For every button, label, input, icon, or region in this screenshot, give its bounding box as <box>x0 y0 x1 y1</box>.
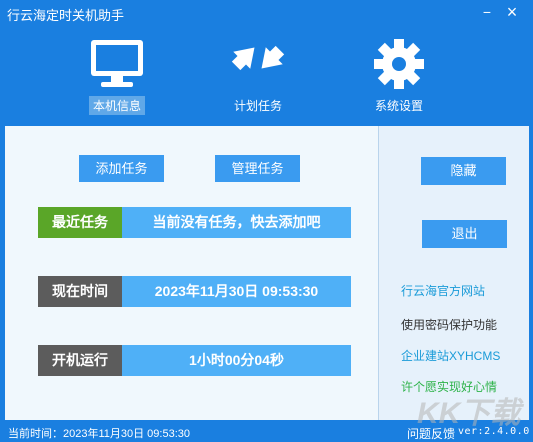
nav-system-settings[interactable]: 系统设置 <box>354 38 444 115</box>
minimize-button[interactable]: − <box>478 3 496 21</box>
gear-icon <box>374 39 424 89</box>
recent-task-value: 当前没有任务，快去添加吧 <box>122 207 351 238</box>
manage-task-button[interactable]: 管理任务 <box>215 155 300 182</box>
title-bar: 行云海定时关机助手 − × <box>0 0 533 26</box>
uptime-label: 开机运行 <box>38 345 122 376</box>
hide-button[interactable]: 隐藏 <box>421 157 506 185</box>
app-title: 行云海定时关机助手 <box>7 8 125 23</box>
current-time-label: 现在时间 <box>38 276 122 307</box>
official-website-link[interactable]: 行云海官方网站 <box>401 282 485 299</box>
status-current-time: 当前时间：2023年11月30日 09:53:30 <box>8 428 190 440</box>
monitor-icon <box>91 40 143 87</box>
close-button[interactable]: × <box>503 3 521 21</box>
uptime-value: 1小时00分04秒 <box>122 345 351 376</box>
exit-button[interactable]: 退出 <box>422 220 507 248</box>
status-bar: 当前时间：2023年11月30日 09:53:30 问题反馈 ver:2.4.0… <box>0 422 533 442</box>
add-task-button[interactable]: 添加任务 <box>79 155 164 182</box>
recent-task-label: 最近任务 <box>38 207 122 238</box>
nav-local-info-label: 本机信息 <box>88 96 145 115</box>
xyhcms-link[interactable]: 企业建站XYHCMS <box>401 347 500 364</box>
feedback-link[interactable]: 问题反馈 <box>407 425 455 442</box>
current-time-value: 2023年11月30日 09:53:30 <box>122 276 351 307</box>
arrows-icon <box>231 45 285 71</box>
nav-scheduled-tasks-label: 计划任务 <box>233 99 282 113</box>
nav-local-info[interactable]: 本机信息 <box>72 38 162 115</box>
nav-system-settings-label: 系统设置 <box>374 99 423 113</box>
version-label: ver:2.4.0.0 <box>458 426 530 437</box>
nav-scheduled-tasks[interactable]: 计划任务 <box>213 38 303 115</box>
password-protection-link[interactable]: 使用密码保护功能 <box>401 316 497 333</box>
